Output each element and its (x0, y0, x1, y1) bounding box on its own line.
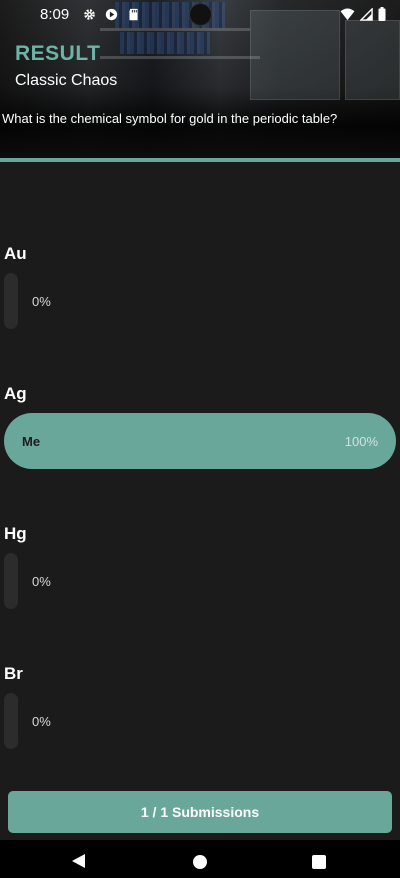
cell-signal-icon (360, 7, 373, 21)
status-right-icons (340, 7, 386, 21)
home-icon[interactable] (193, 855, 207, 869)
background-window (345, 20, 400, 100)
gear-icon (84, 8, 95, 20)
option-label-br: Br (4, 664, 23, 683)
result-screen: 8:09 RESULT Classic Chaos What is the ch… (0, 0, 400, 878)
submissions-button[interactable]: 1 / 1 Submissions (8, 791, 392, 833)
status-bar: 8:09 (0, 0, 400, 28)
background-books (120, 32, 210, 54)
option-result-bar-ag: Me 100% (4, 413, 396, 469)
option-percent-br: 0% (32, 714, 51, 729)
option-result-bar-hg (4, 553, 18, 609)
background-shelf (100, 28, 250, 31)
option-percent-ag: 100% (344, 434, 378, 449)
voter-name: Me (22, 434, 41, 449)
option-percent-au: 0% (32, 294, 51, 309)
wifi-icon (340, 7, 355, 20)
camera-cutout (189, 3, 212, 26)
recents-icon[interactable] (312, 855, 326, 869)
option-label-ag: Ag (4, 384, 27, 403)
option-label-au: Au (4, 244, 27, 263)
back-icon[interactable] (72, 854, 85, 868)
battery-icon (378, 7, 386, 21)
room-name: Classic Chaos (15, 72, 118, 89)
header-divider (0, 158, 400, 162)
option-result-bar-br (4, 693, 18, 749)
option-percent-hg: 0% (32, 574, 51, 589)
result-title: RESULT (15, 42, 101, 65)
navigation-bar (0, 840, 400, 878)
play-icon (106, 8, 118, 20)
sd-card-icon (129, 8, 138, 20)
status-time: 8:09 (40, 5, 70, 23)
option-result-bar-au (4, 273, 18, 329)
background-shelf (100, 56, 260, 59)
option-label-hg: Hg (4, 524, 27, 543)
question-text: What is the chemical symbol for gold in … (2, 111, 338, 126)
